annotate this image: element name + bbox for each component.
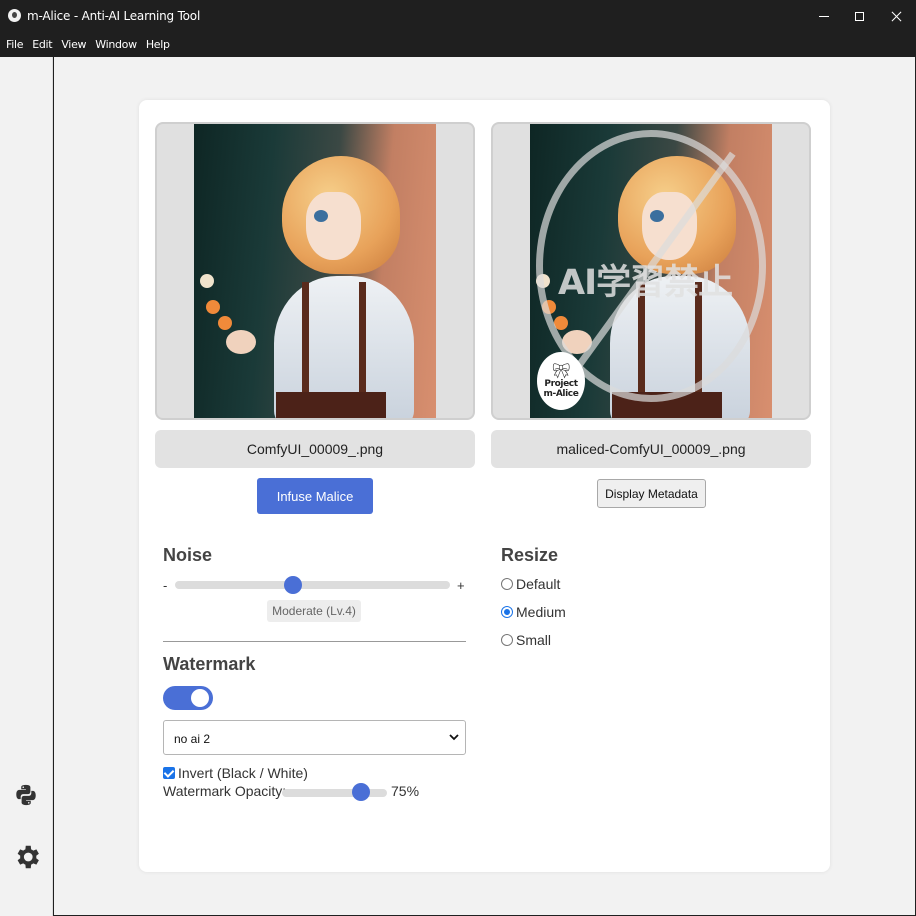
resize-radio-default[interactable] <box>501 578 513 590</box>
ribbon-icon: 🎀︎ <box>551 362 571 380</box>
original-image-frame[interactable] <box>155 122 475 420</box>
processed-filename: maliced-ComfyUI_00009_.png <box>491 430 811 468</box>
resize-label-medium: Medium <box>516 604 566 620</box>
badge-line2: m-Alice <box>543 388 579 399</box>
original-image <box>194 124 436 418</box>
resize-label-small: Small <box>516 632 552 648</box>
chevron-down-icon <box>449 734 459 741</box>
app-logo-icon <box>8 9 21 22</box>
noise-level-label: Moderate (Lv.4) <box>267 600 361 622</box>
noise-title: Noise <box>163 545 213 565</box>
invert-checkbox[interactable] <box>163 767 175 779</box>
display-metadata-button[interactable]: Display Metadata <box>597 479 706 508</box>
invert-label: Invert (Black / White) <box>178 765 308 781</box>
main-card: AI学習禁止 🎀︎ Project m-Alice ComfyUI_00009_… <box>139 100 830 872</box>
menu-bar: File Edit View Window Help <box>0 32 916 57</box>
sidebar <box>0 57 53 916</box>
watermark-select-value: no ai 2 <box>174 732 211 746</box>
menu-edit[interactable]: Edit <box>32 38 52 51</box>
toggle-knob <box>191 689 209 707</box>
watermark-select[interactable]: no ai 2 <box>163 720 466 755</box>
noise-slider-thumb[interactable] <box>284 576 303 594</box>
maximize-icon <box>854 11 864 21</box>
opacity-value: 75% <box>391 783 420 799</box>
close-icon <box>891 11 902 22</box>
resize-title: Resize <box>501 545 559 565</box>
opacity-slider-thumb[interactable] <box>351 783 370 801</box>
menu-file[interactable]: File <box>6 38 24 51</box>
original-filename: ComfyUI_00009_.png <box>155 430 475 468</box>
python-icon[interactable] <box>15 784 37 806</box>
minimize-button[interactable] <box>805 0 843 32</box>
watermark-toggle[interactable] <box>163 686 213 710</box>
resize-label-default: Default <box>516 576 561 592</box>
processed-image: AI学習禁止 🎀︎ Project m-Alice <box>530 124 772 418</box>
watermark-title: Watermark <box>163 654 256 674</box>
menu-window[interactable]: Window <box>95 38 137 51</box>
resize-radio-small[interactable] <box>501 634 513 646</box>
menu-help[interactable]: Help <box>146 38 170 51</box>
watermark-overlay-text: AI学習禁止 <box>558 263 733 303</box>
noise-slider-track[interactable] <box>175 581 450 589</box>
noise-plus-label: + <box>457 578 465 593</box>
main-content: AI学習禁止 🎀︎ Project m-Alice ComfyUI_00009_… <box>54 57 915 915</box>
title-bar: m-Alice - Anti-AI Learning Tool <box>0 0 916 32</box>
menu-view[interactable]: View <box>61 38 86 51</box>
window-title: m-Alice - Anti-AI Learning Tool <box>27 9 201 23</box>
gear-icon[interactable] <box>12 842 42 872</box>
section-divider <box>163 641 466 642</box>
infuse-malice-button[interactable]: Infuse Malice <box>257 478 373 514</box>
maximize-button[interactable] <box>840 0 878 32</box>
noise-minus-label: - <box>163 578 168 593</box>
badge-line1: Project <box>544 378 578 389</box>
opacity-slider-track[interactable] <box>282 789 387 797</box>
close-button[interactable] <box>877 0 915 32</box>
opacity-label: Watermark Opacity: <box>163 783 287 799</box>
processed-image-frame[interactable]: AI学習禁止 🎀︎ Project m-Alice <box>491 122 811 420</box>
minimize-icon <box>819 15 829 17</box>
resize-radio-medium[interactable] <box>501 606 513 618</box>
project-malice-badge: 🎀︎ Project m-Alice <box>537 352 585 410</box>
